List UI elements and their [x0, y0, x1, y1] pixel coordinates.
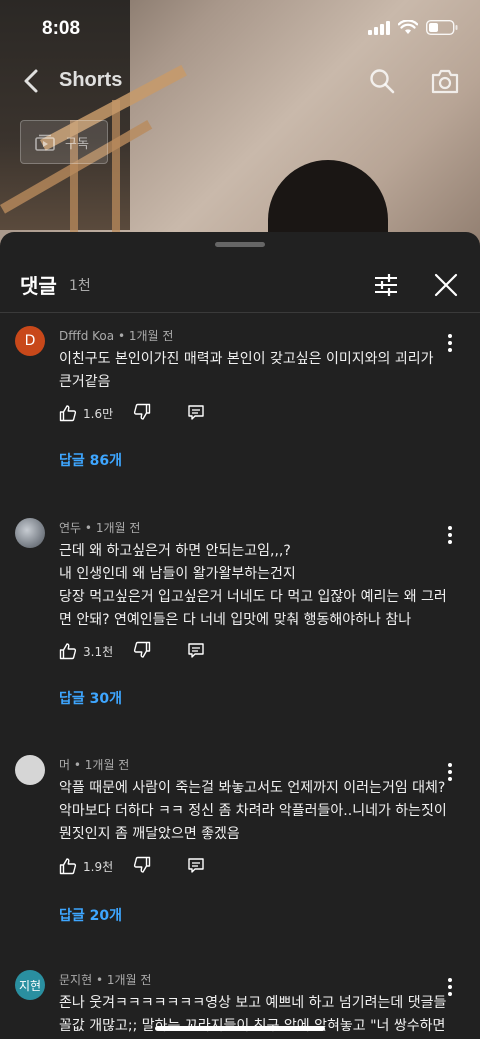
status-icons [368, 20, 458, 35]
video-railing-post [112, 100, 120, 240]
comment-author[interactable]: 문지현 [59, 973, 92, 987]
thumbs-down-icon [134, 641, 151, 658]
reply-comment-icon [188, 643, 204, 658]
avatar[interactable]: D [15, 326, 45, 356]
back-button[interactable] [18, 66, 46, 96]
comment-line: 근데 왜 하고싶은거 하면 안되는고임,,,? [59, 543, 291, 559]
comments-count: 1천 [69, 278, 91, 294]
comment-line: 존나 웃겨ㅋㅋㅋㅋㅋㅋㅋ영상 보고 예쁘네 하고 넘기려는데 댓글들 [59, 995, 447, 1011]
page-title: Shorts [59, 69, 123, 91]
thumbs-up-icon [59, 643, 77, 660]
comment-text: 근데 왜 하고싶은거 하면 안되는고임,,,? 내 인생인데 왜 남들이 왈가왈… [59, 540, 449, 632]
home-indicator[interactable] [155, 1026, 325, 1031]
avatar[interactable] [15, 755, 45, 785]
battery-icon [426, 20, 458, 35]
like-button[interactable]: 1.6만 [59, 404, 113, 422]
comment-line: 뭔짓인지 좀 깨달았으면 좋겠음 [59, 826, 240, 842]
thumbs-down-icon [134, 403, 151, 420]
view-replies-link[interactable]: 답글 86개 [59, 450, 122, 470]
avatar[interactable] [15, 518, 45, 548]
close-button[interactable] [433, 272, 459, 298]
comment-time: 1개월 전 [95, 521, 141, 535]
comment-meta: 문지현 • 1개월 전 [59, 973, 152, 987]
like-count: 1.9천 [83, 859, 114, 874]
comment-item: D Dfffd Koa • 1개월 전 이친구도 본인이가진 매력과 본인이 갖… [0, 326, 480, 476]
comment-time: 1개월 전 [128, 329, 174, 343]
dislike-button[interactable] [133, 856, 153, 876]
avatar[interactable]: 지현 [15, 970, 45, 1000]
comment-meta: Dfffd Koa • 1개월 전 [59, 329, 174, 343]
dislike-button[interactable] [133, 641, 153, 661]
comment-author[interactable]: Dfffd Koa [59, 329, 114, 343]
sort-filter-button[interactable] [373, 272, 399, 298]
view-replies-link[interactable]: 답글 30개 [59, 688, 122, 708]
camera-icon [431, 69, 459, 94]
chevron-left-icon [24, 69, 38, 93]
comment-meta: 연두 • 1개월 전 [59, 521, 141, 535]
comment-item: 연두 • 1개월 전 근데 왜 하고싶은거 하면 안되는고임,,,? 내 인생인… [0, 518, 480, 718]
thumbs-up-icon [59, 405, 77, 422]
comment-time: 1개월 전 [84, 758, 130, 772]
sliders-icon [375, 274, 397, 296]
comment-line: 내 인생인데 왜 남들이 왈가왈부하는건지 [59, 566, 296, 582]
status-bar: 8:08 [0, 0, 480, 60]
status-time: 8:08 [42, 18, 81, 39]
header-divider [0, 312, 480, 313]
comment-actions: 1.6만 [59, 400, 205, 426]
like-button[interactable]: 1.9천 [59, 857, 113, 875]
comment-line: 큰거같음 [59, 374, 111, 390]
cellular-signal-icon [368, 20, 390, 35]
comment-line: 당장 먹고싶은거 입고싶은거 너네도 다 먹고 입잖아 예리는 왜 그러 [59, 589, 447, 605]
thumbs-down-icon [134, 856, 151, 873]
reply-comment-icon [188, 858, 204, 873]
reply-button[interactable] [187, 404, 205, 422]
comment-text: 악플 때문에 사람이 죽는걸 봐놓고서도 언제까지 이러는거임 대체? 악마보다… [59, 777, 449, 846]
comments-panel: 댓글 1천 D Dfffd Koa • 1개월 전 이친구도 본인이가진 매력과… [0, 232, 480, 1039]
subscriptions-icon [35, 134, 55, 151]
comment-time: 1개월 전 [106, 973, 152, 987]
reply-button[interactable] [187, 857, 205, 875]
reply-comment-icon [188, 405, 204, 420]
comments-header: 댓글 1천 [0, 260, 480, 312]
view-replies-link[interactable]: 답글 20개 [59, 905, 122, 925]
thumbs-up-icon [59, 858, 77, 875]
comments-title: 댓글 [20, 274, 57, 298]
like-count: 1.6만 [83, 406, 114, 421]
comment-line: 면 안돼? 연예인들은 다 너네 입맛에 맞춰 행동해야하나 참나 [59, 612, 412, 628]
comment-author[interactable]: 머 [59, 758, 70, 772]
subscribe-button[interactable]: 구독 [20, 120, 108, 164]
drag-handle[interactable] [215, 242, 265, 247]
camera-button[interactable] [430, 67, 460, 95]
search-button[interactable] [368, 67, 396, 95]
comment-line: 이친구도 본인이가진 매력과 본인이 갖고싶은 이미지와의 괴리가 [59, 351, 434, 367]
wifi-icon [398, 20, 418, 34]
like-button[interactable]: 3.1천 [59, 642, 113, 660]
comment-text: 존나 웃겨ㅋㅋㅋㅋㅋㅋㅋ영상 보고 예쁘네 하고 넘기려는데 댓글들 꼴값 개많… [59, 992, 449, 1038]
comment-actions: 1.9천 [59, 853, 205, 879]
comment-line: 악마보다 더하다 ㅋㅋ 정신 좀 차려라 악플러들아..니네가 하는짓이 [59, 803, 447, 819]
reply-button[interactable] [187, 642, 205, 660]
dislike-button[interactable] [133, 403, 153, 423]
close-icon [434, 273, 458, 297]
search-icon [370, 69, 395, 94]
comment-author[interactable]: 연두 [59, 521, 81, 535]
comment-meta: 머 • 1개월 전 [59, 758, 130, 772]
like-count: 3.1천 [83, 644, 114, 659]
comment-item: 머 • 1개월 전 악플 때문에 사람이 죽는걸 봐놓고서도 언제까지 이러는거… [0, 755, 480, 935]
subscribe-label: 구독 [65, 136, 89, 152]
shorts-header: Shorts [0, 60, 480, 106]
comment-line: 악플 때문에 사람이 죽는걸 봐놓고서도 언제까지 이러는거임 대체? [59, 780, 446, 796]
comment-actions: 3.1천 [59, 638, 205, 664]
comment-text: 이친구도 본인이가진 매력과 본인이 갖고싶은 이미지와의 괴리가 큰거같음 [59, 348, 449, 394]
